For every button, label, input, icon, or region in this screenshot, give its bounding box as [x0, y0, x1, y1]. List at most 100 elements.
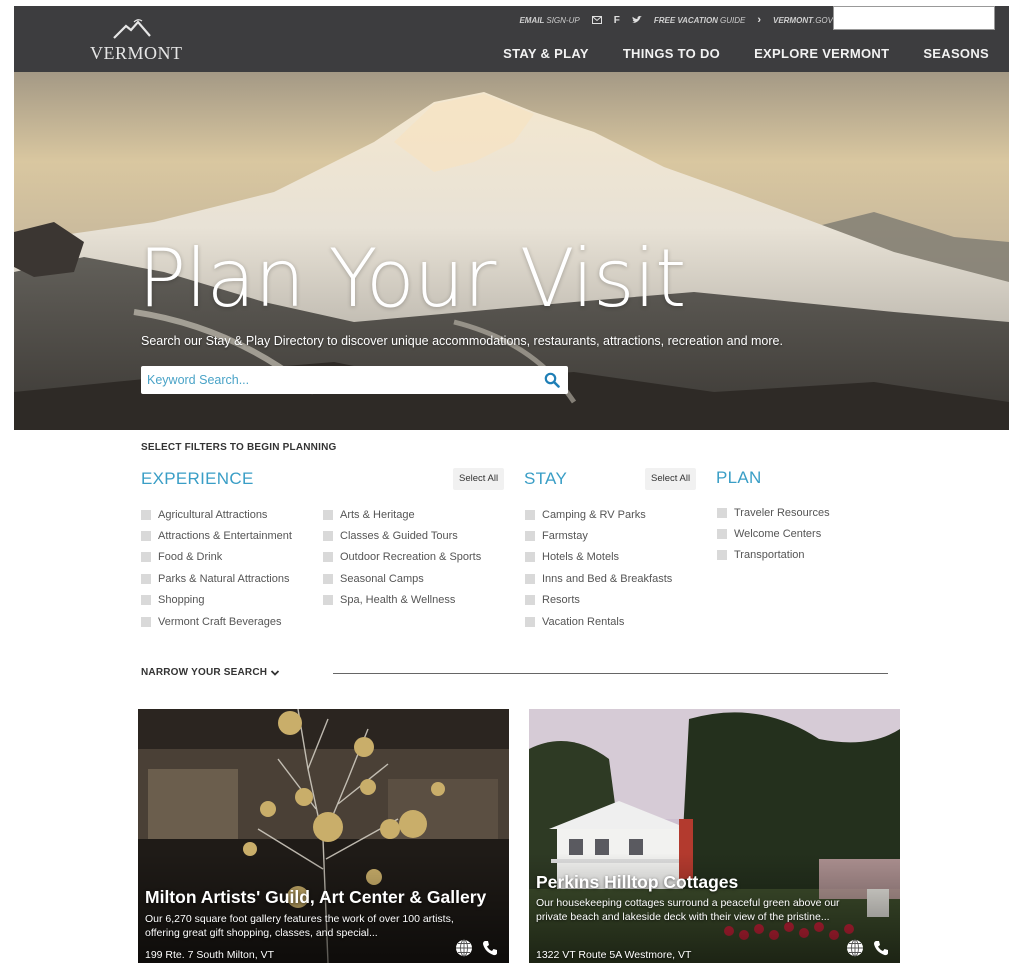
keyword-search-input[interactable]: [147, 366, 527, 394]
checkbox[interactable]: [141, 509, 151, 520]
plan-column: Traveler Resources Welcome Centers Trans…: [717, 502, 830, 566]
filter-classes-guided-tours[interactable]: Classes & Guided Tours: [323, 525, 481, 546]
globe-icon[interactable]: [846, 939, 864, 957]
checkbox[interactable]: [525, 573, 535, 584]
filter-hotels-motels[interactable]: Hotels & Motels: [525, 547, 672, 568]
filter-farmstay[interactable]: Farmstay: [525, 525, 672, 546]
filter-food-drink[interactable]: Food & Drink: [141, 547, 292, 568]
checkbox[interactable]: [525, 509, 535, 520]
checkbox[interactable]: [141, 616, 151, 627]
mountain-logo-icon: [113, 19, 151, 39]
filter-label: Vermont Craft Beverages: [158, 615, 282, 628]
filter-label: Welcome Centers: [734, 528, 822, 541]
filter-agricultural-attractions[interactable]: Agricultural Attractions: [141, 504, 292, 525]
filter-label: Camping & RV Parks: [542, 508, 646, 521]
checkbox[interactable]: [525, 531, 535, 542]
experience-column-2: Arts & Heritage Classes & Guided Tours O…: [323, 504, 481, 611]
checkbox[interactable]: [525, 595, 535, 606]
vermont-logo[interactable]: VERMONT: [90, 16, 183, 66]
email-signup-bold: EMAIL: [519, 15, 545, 25]
filter-vermont-craft-beverages[interactable]: Vermont Craft Beverages: [141, 611, 292, 632]
hero-banner: Plan Your Visit Search our Stay & Play D…: [14, 72, 1009, 430]
plan-title: PLAN: [716, 468, 762, 487]
filter-label: Inns and Bed & Breakfasts: [542, 572, 673, 585]
globe-icon[interactable]: [455, 939, 473, 957]
twitter-icon: [631, 16, 642, 23]
filter-label: Food & Drink: [158, 551, 223, 564]
card-description: Our 6,270 square foot gallery features t…: [145, 913, 454, 939]
checkbox[interactable]: [323, 595, 333, 606]
nav-seasons[interactable]: SEASONS: [923, 46, 989, 61]
filter-attractions-entertainment[interactable]: Attractions & Entertainment: [141, 525, 292, 546]
main-nav: STAY & PLAY THINGS TO DO EXPLORE VERMONT…: [469, 46, 989, 61]
filter-spa-health-wellness[interactable]: Spa, Health & Wellness: [323, 590, 481, 611]
listing-card[interactable]: Milton Artists' Guild, Art Center & Gall…: [138, 709, 509, 963]
checkbox[interactable]: [525, 552, 535, 563]
phone-icon[interactable]: [872, 939, 890, 957]
checkbox[interactable]: [717, 529, 727, 540]
nav-explore-vermont[interactable]: EXPLORE VERMONT: [754, 46, 889, 61]
filter-outdoor-recreation-sports[interactable]: Outdoor Recreation & Sports: [323, 547, 481, 568]
filter-welcome-centers[interactable]: Welcome Centers: [717, 523, 830, 544]
vermont-gov-link[interactable]: VERMONT .GOV: [773, 16, 833, 25]
experience-select-all-button[interactable]: Select All: [453, 468, 505, 490]
filter-label: Farmstay: [542, 530, 588, 543]
vacation-guide-bold: FREE VACATION: [653, 15, 718, 25]
filter-camping-rv-parks[interactable]: Camping & RV Parks: [525, 504, 672, 525]
nav-stay-play[interactable]: STAY & PLAY: [503, 46, 589, 61]
hero-title: Plan Your Visit: [138, 232, 686, 325]
checkbox[interactable]: [323, 552, 333, 563]
checkbox[interactable]: [717, 507, 727, 518]
card-title[interactable]: Perkins Hilltop Cottages: [536, 872, 738, 893]
logo-text: VERMONT: [90, 43, 183, 63]
vermont-gov-bold: VERMONT: [772, 15, 813, 25]
filter-arts-heritage[interactable]: Arts & Heritage: [323, 504, 481, 525]
vacation-guide-thin: GUIDE: [719, 15, 746, 25]
card-title[interactable]: Milton Artists' Guild, Art Center & Gall…: [145, 887, 486, 908]
narrow-search-toggle[interactable]: NARROW YOUR SEARCH: [141, 667, 280, 678]
filter-parks-natural-attractions[interactable]: Parks & Natural Attractions: [141, 568, 292, 589]
filter-vacation-rentals[interactable]: Vacation Rentals: [525, 611, 672, 632]
filter-label: Shopping: [158, 594, 205, 607]
email-icon-link[interactable]: [591, 16, 602, 24]
filter-label: Vacation Rentals: [542, 615, 625, 628]
experience-column-1: Agricultural Attractions Attractions & E…: [141, 504, 292, 632]
experience-title: EXPERIENCE: [141, 469, 254, 488]
card-address: 199 Rte. 7 South Milton, VT: [145, 949, 274, 961]
filter-label: Attractions & Entertainment: [158, 530, 292, 543]
vacation-guide-link[interactable]: FREE VACATION GUIDE: [654, 16, 746, 25]
checkbox[interactable]: [717, 550, 727, 561]
filter-resorts[interactable]: Resorts: [525, 590, 672, 611]
hero-subtitle: Search our Stay & Play Directory to disc…: [141, 334, 783, 348]
search-icon[interactable]: [544, 372, 560, 388]
envelope-icon: [591, 16, 602, 24]
twitter-link[interactable]: [631, 16, 642, 24]
checkbox[interactable]: [323, 531, 333, 542]
filter-label: Parks & Natural Attractions: [158, 572, 290, 585]
phone-icon[interactable]: [481, 939, 499, 957]
card-overlay: [138, 853, 509, 963]
checkbox[interactable]: [141, 531, 151, 542]
filter-traveler-resources[interactable]: Traveler Resources: [717, 502, 830, 523]
email-signup-thin: SIGN-UP: [546, 15, 580, 25]
filter-seasonal-camps[interactable]: Seasonal Camps: [323, 568, 481, 589]
email-signup-link[interactable]: EMAIL SIGN-UP: [519, 16, 579, 25]
checkbox[interactable]: [141, 595, 151, 606]
filter-shopping[interactable]: Shopping: [141, 590, 292, 611]
nav-things-to-do[interactable]: THINGS TO DO: [623, 46, 720, 61]
narrow-search-label: NARROW YOUR SEARCH: [141, 667, 268, 678]
checkbox[interactable]: [323, 573, 333, 584]
card-actions: [846, 939, 890, 957]
filters-heading: SELECT FILTERS TO BEGIN PLANNING: [141, 442, 337, 453]
facebook-link[interactable]: f: [614, 15, 620, 26]
checkbox[interactable]: [525, 616, 535, 627]
listing-card[interactable]: Perkins Hilltop Cottages Our housekeepin…: [529, 709, 900, 963]
filter-label: Transportation: [734, 549, 805, 562]
stay-select-all-button[interactable]: Select All: [645, 468, 697, 490]
filter-inns-bed-breakfasts[interactable]: Inns and Bed & Breakfasts: [525, 568, 672, 589]
checkbox[interactable]: [141, 573, 151, 584]
header-search-input[interactable]: [833, 6, 995, 30]
checkbox[interactable]: [323, 509, 333, 520]
filter-transportation[interactable]: Transportation: [717, 545, 830, 566]
checkbox[interactable]: [141, 552, 151, 563]
